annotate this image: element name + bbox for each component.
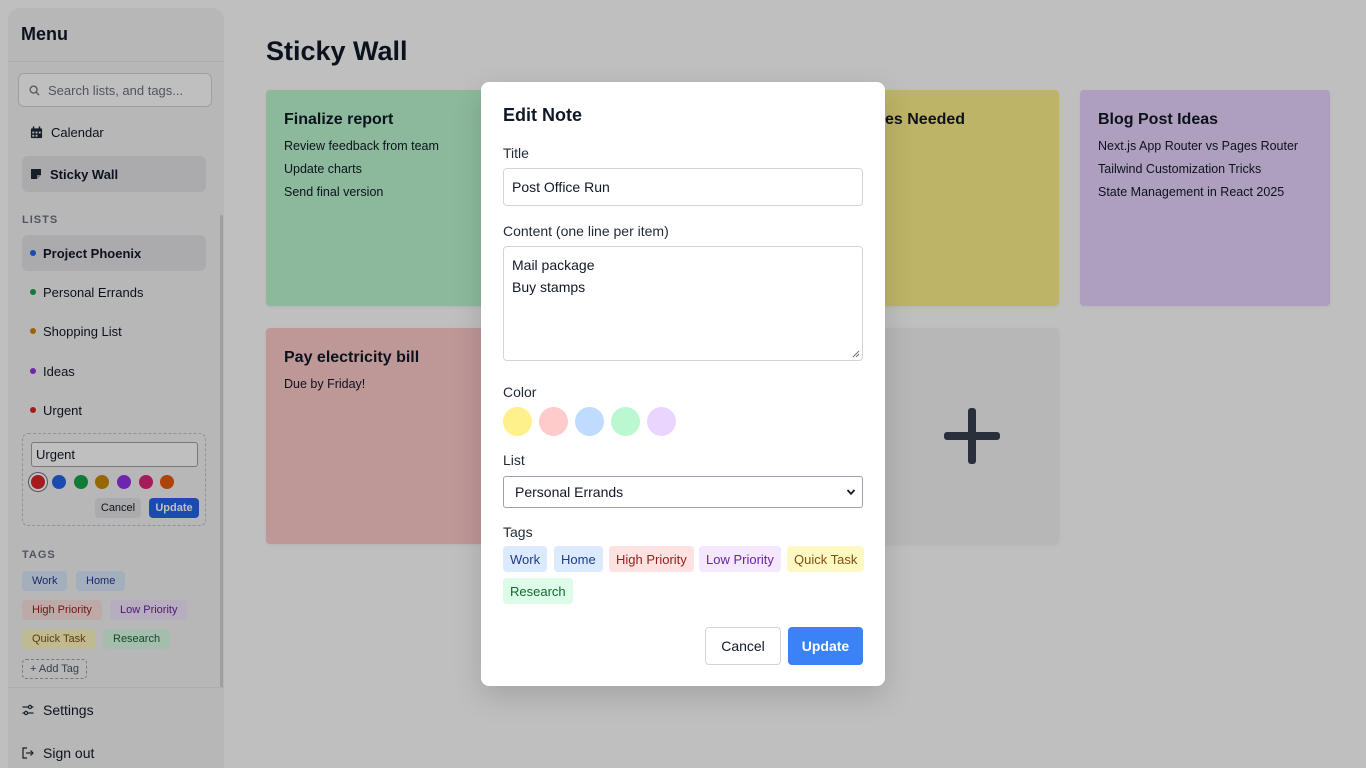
tags-label: Tags (503, 524, 533, 540)
color-option-blue[interactable] (575, 407, 604, 436)
tag-option-research[interactable]: Research (503, 578, 573, 604)
list-select[interactable]: Personal Errands (503, 476, 863, 508)
color-option-purple[interactable] (647, 407, 676, 436)
resize-grip-icon[interactable] (852, 350, 860, 358)
tag-option-home[interactable]: Home (554, 546, 603, 572)
title-input[interactable]: Post Office Run (503, 168, 863, 206)
tag-option-quick-task[interactable]: Quick Task (787, 546, 865, 572)
title-label: Title (503, 145, 529, 161)
edit-note-modal: Edit Note Title Post Office Run Content … (481, 82, 885, 686)
content-textarea[interactable]: Mail package Buy stamps (503, 246, 863, 361)
list-label: List (503, 452, 525, 468)
tag-option-high-priority[interactable]: High Priority (609, 546, 694, 572)
content-line: Mail package (512, 257, 595, 273)
color-option-yellow[interactable] (503, 407, 532, 436)
tag-option-low-priority[interactable]: Low Priority (699, 546, 781, 572)
update-button[interactable]: Update (788, 627, 863, 665)
color-option-green[interactable] (611, 407, 640, 436)
color-label: Color (503, 384, 537, 400)
content-label: Content (one line per item) (503, 223, 669, 239)
tag-option-work[interactable]: Work (503, 546, 548, 572)
chevron-down-icon (846, 489, 856, 496)
content-line: Buy stamps (512, 279, 586, 295)
cancel-button[interactable]: Cancel (705, 627, 781, 665)
list-select-value: Personal Errands (515, 484, 624, 500)
modal-title: Edit Note (503, 105, 582, 125)
color-option-red[interactable] (539, 407, 568, 436)
